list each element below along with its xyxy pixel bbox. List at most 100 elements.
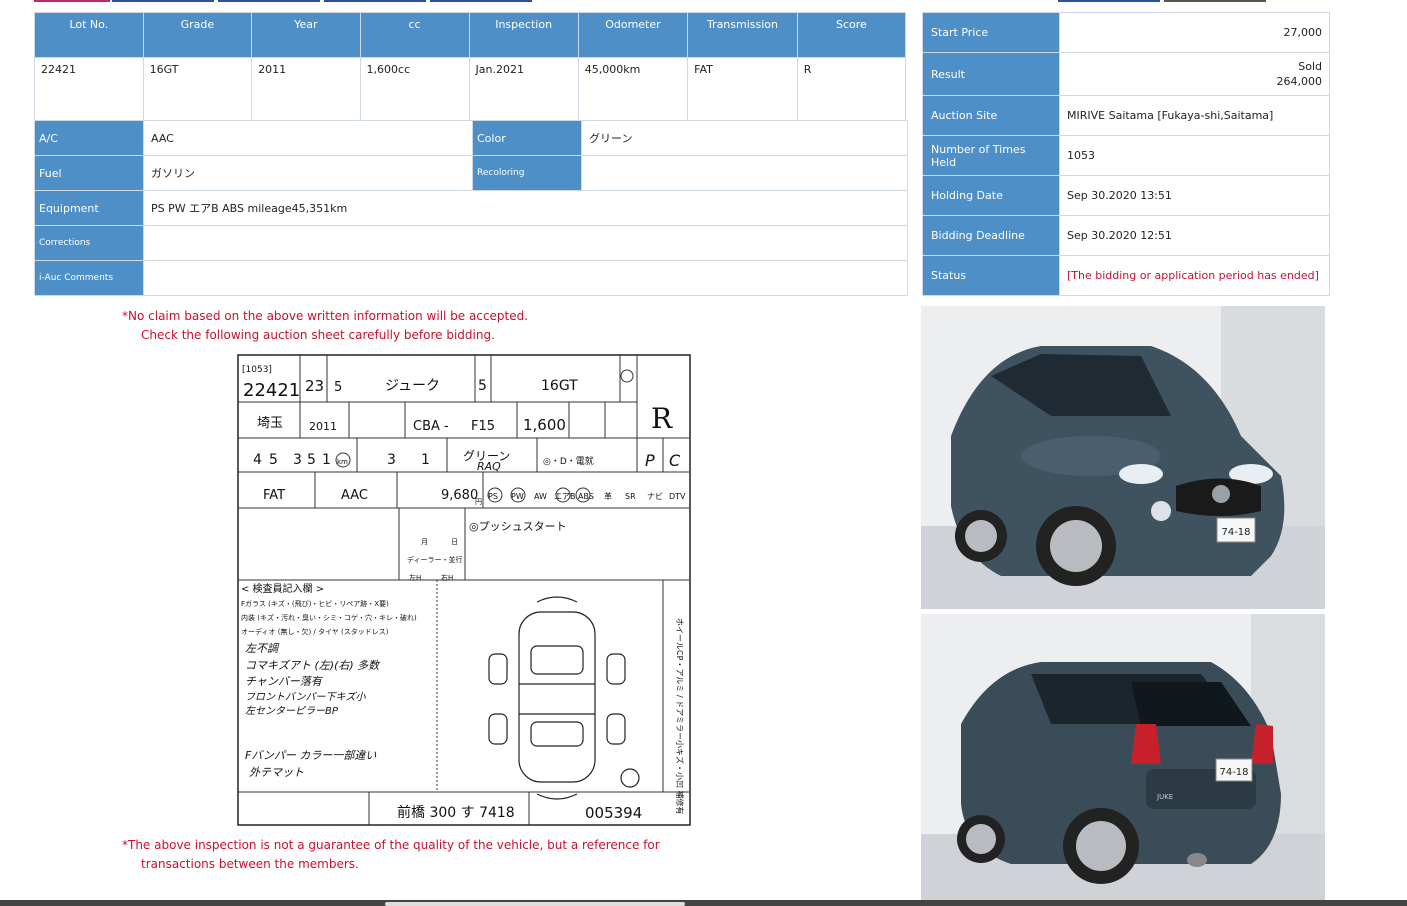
spec-header-row: Lot No. Grade Year cc Inspection Odomete… — [34, 12, 907, 58]
sheet-aircon: AAC — [341, 488, 368, 503]
sheet-mileage: 9,680 — [441, 488, 478, 503]
score-value: R — [796, 57, 907, 121]
sheet-shift: FAT — [263, 488, 285, 503]
lot-number: 22421 — [34, 57, 144, 121]
fuel-value: ガソリン — [143, 155, 473, 191]
grade-value: 16GT — [142, 57, 253, 121]
sheet-equip-tag: SR — [625, 492, 636, 501]
rear-plate-text: 74-18 — [1219, 767, 1248, 778]
bidding-deadline-label: Bidding Deadline — [922, 215, 1060, 256]
sheet-model: ジューク — [385, 378, 440, 394]
sheet-equip-tag: DTV — [669, 492, 686, 501]
holding-date-value: Sep 30.2020 13:51 — [1059, 175, 1330, 216]
nav-tab-3[interactable] — [218, 0, 320, 2]
nav-tab-7[interactable] — [1164, 0, 1266, 2]
sheet-box-day: 日 — [451, 538, 458, 546]
sheet-lot: 22421 — [243, 380, 300, 401]
notice-top-line2: Check the following auction sheet carefu… — [141, 328, 495, 342]
top-nav-strip — [0, 0, 1407, 4]
spec-header: Transmission — [687, 12, 798, 58]
rear-badge: JUKE — [1156, 793, 1173, 801]
scrollbar-thumb[interactable] — [385, 902, 685, 906]
sheet-box-lh: 左H — [409, 573, 421, 582]
comments-label: i-Auc Comments — [34, 260, 144, 296]
holding-date-label: Holding Date — [922, 175, 1060, 216]
status-label: Status — [922, 255, 1060, 296]
ac-label: A/C — [34, 120, 144, 156]
sheet-score: R — [651, 402, 673, 435]
year-value: 2011 — [251, 57, 361, 121]
spec-header: Odometer — [577, 12, 689, 58]
spec-header: Inspection — [468, 12, 579, 58]
result-status: Sold — [1298, 60, 1322, 73]
spec-header: Lot No. — [34, 12, 144, 58]
nav-tab-5[interactable] — [430, 0, 532, 2]
sheet-odo-1: 4 — [253, 452, 262, 468]
sheet-type-code: CBA - — [413, 419, 449, 434]
sheet-type: F15 — [471, 419, 495, 434]
nav-tab-4[interactable] — [324, 0, 426, 2]
corrections-label: Corrections — [34, 225, 144, 261]
sheet-held: [1053] — [242, 365, 272, 375]
sheet-hand: 外テマット — [249, 766, 304, 779]
sheet-inspector-header: < 検査員記入欄 > — [241, 582, 324, 595]
front-plate-text: 74-18 — [1221, 527, 1250, 538]
sheet-reg-year: 23 — [305, 377, 324, 395]
sheet-int: C — [669, 451, 681, 470]
sheet-doors: 5 — [478, 378, 487, 394]
spec-value-row: 22421 16GT 2011 1,600cc Jan.2021 45,000k… — [34, 57, 907, 121]
nav-tab-1[interactable] — [34, 0, 110, 2]
sheet-equip-tag: 革 — [604, 491, 612, 501]
sheet-box-month: 月 — [421, 538, 428, 546]
horizontal-scrollbar[interactable] — [0, 900, 1407, 906]
color-label: Color — [472, 120, 582, 156]
nav-tab-6[interactable] — [1058, 0, 1160, 2]
sheet-seats2: 1 — [421, 452, 430, 468]
spec-header: Score — [796, 12, 907, 58]
sheet-equip-tag: ナビ — [647, 492, 663, 501]
auction-site-label: Auction Site — [922, 95, 1060, 136]
sheet-cc: 1,600 — [523, 416, 566, 434]
car-photo-front[interactable]: 74-18 — [921, 306, 1325, 609]
sheet-hand: 左不調 — [245, 642, 280, 655]
auction-sheet-image[interactable]: [1053] 22421 23 5 ジューク 5 16GT 埼玉 2011 CB… — [237, 354, 709, 828]
result-cell: Sold 264,000 — [1059, 52, 1330, 96]
sheet-side-note: ホイールCP・アルミ / ドアミラー小キズ・小凹 補修有 — [675, 618, 685, 815]
transmission-value: FAT — [687, 57, 798, 121]
sheet-year: 2011 — [309, 420, 337, 433]
equipment-label: Equipment — [34, 190, 144, 226]
sheet-hand: チャンバー落有 — [245, 675, 324, 688]
sheet-plate: 前橋 300 す 7418 — [397, 804, 515, 821]
sheet-ext: P — [645, 451, 655, 470]
notice-bottom: *The above inspection is not a guarantee… — [122, 836, 660, 874]
start-price-label: Start Price — [922, 12, 1060, 53]
auction-site-value: MIRIVE Saitama [Fukaya-shi,Saitama] — [1059, 95, 1330, 136]
sheet-unit-yen: 円 — [475, 498, 482, 506]
sheet-odo-5: 1 — [322, 452, 331, 468]
spec-header: Year — [251, 12, 361, 58]
sheet-odo-4: 5 — [307, 452, 316, 468]
nav-tab-2[interactable] — [112, 0, 214, 2]
notice-bottom-line2: transactions between the members. — [141, 857, 359, 871]
sheet-hand: フロントバンパー下キズ小 — [245, 691, 366, 703]
cc-value: 1,600cc — [359, 57, 470, 121]
fuel-label: Fuel — [34, 155, 144, 191]
bidding-deadline-value: Sep 30.2020 12:51 — [1059, 215, 1330, 256]
times-held-value: 1053 — [1059, 135, 1330, 176]
recoloring-value — [581, 155, 908, 191]
car-photo-rear[interactable]: 74-18 JUKE — [921, 614, 1325, 906]
result-label: Result — [922, 52, 1060, 96]
notice-top: *No claim based on the above written inf… — [122, 307, 528, 345]
sheet-equip-mark: ◎・D・電就 — [543, 455, 594, 467]
sheet-odo-unit: km — [337, 458, 348, 466]
notice-top-line1: *No claim based on the above written inf… — [122, 309, 529, 323]
sheet-pref: 埼玉 — [257, 416, 283, 431]
odometer-value: 45,000km — [577, 57, 689, 121]
start-price-value: 27,000 — [1059, 12, 1330, 53]
sheet-seats: 3 — [387, 452, 396, 468]
sheet-hand: コマキズアト (左)(右) 多数 — [245, 659, 381, 672]
status-value: [The bidding or application period has e… — [1059, 255, 1330, 296]
sheet-color-code: RAQ — [477, 460, 501, 473]
sheet-sales-point: ◎プッシュスタート — [469, 520, 567, 533]
sheet-box-dealer: ディーラー・並行 — [407, 555, 463, 564]
